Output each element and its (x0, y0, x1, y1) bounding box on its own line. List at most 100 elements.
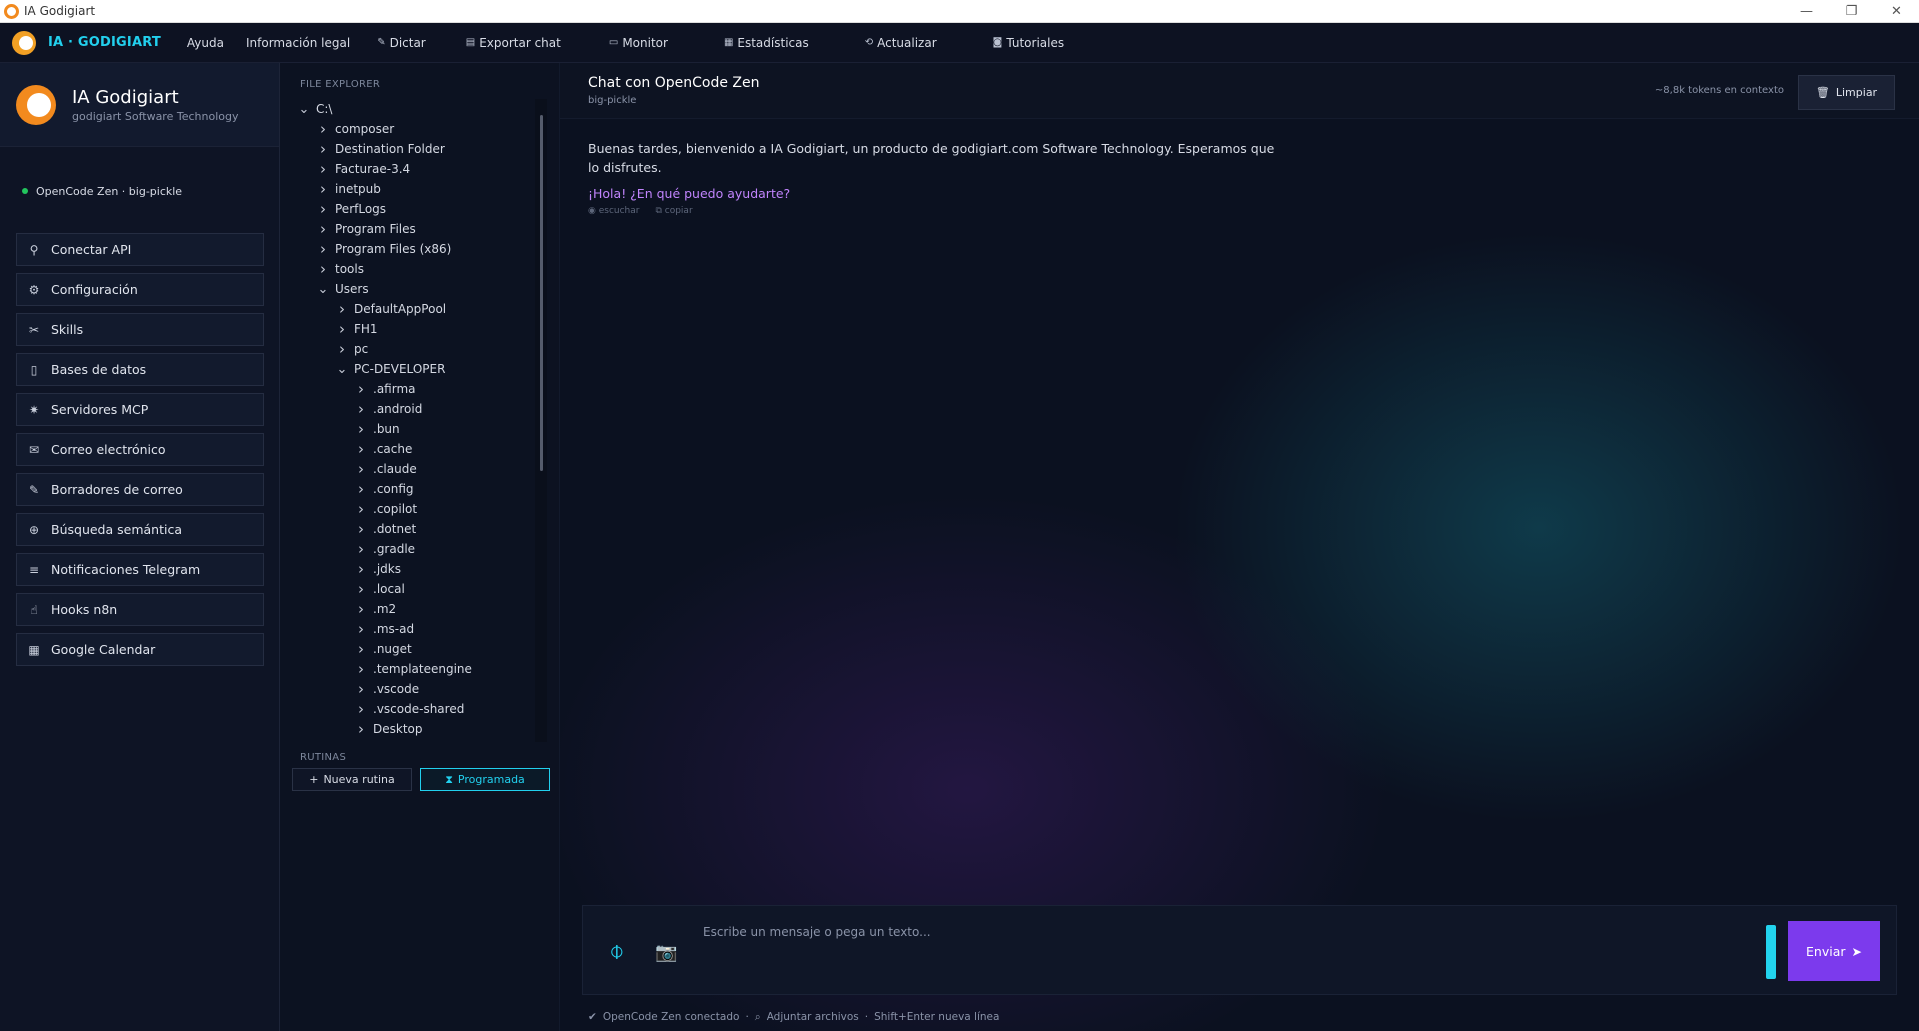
tree-item[interactable]: › Desktop (298, 719, 559, 739)
menu-dictar[interactable]: ✎ Dictar (377, 36, 426, 50)
chevron-right-icon[interactable]: › (336, 300, 348, 318)
file-tree[interactable]: ⌄ C:\ › composer › Destination Folder › Factura… (280, 99, 559, 742)
minimize-icon[interactable]: — (1784, 0, 1829, 22)
listen-button[interactable]: ◉ escuchar (588, 206, 639, 216)
chevron-right-icon[interactable]: › (317, 260, 329, 278)
chevron-right-icon[interactable]: › (317, 140, 329, 158)
attach-icon[interactable]: ⌽ (609, 936, 625, 967)
sidebar-item-borradores-de-correo[interactable]: ✎ Borradores de correo (16, 473, 264, 506)
chevron-down-icon[interactable]: ⌄ (317, 282, 329, 297)
scheduled-routine-button[interactable]: ⧗ Programada (420, 768, 550, 791)
tree-item[interactable]: › .gradle (298, 539, 559, 559)
tree-item[interactable]: ⌄ C:\ (298, 99, 559, 119)
tree-item[interactable]: › .nuget (298, 639, 559, 659)
chevron-right-icon[interactable]: › (355, 680, 367, 698)
chevron-right-icon[interactable]: › (336, 320, 348, 338)
sidebar-item-configuracion[interactable]: ⚙ Configuración (16, 273, 264, 306)
tree-item[interactable]: › .templateengine (298, 659, 559, 679)
tree-item[interactable]: › .vscode (298, 679, 559, 699)
chevron-right-icon[interactable]: › (355, 440, 367, 458)
tree-item[interactable]: › inetpub (298, 179, 559, 199)
chevron-right-icon[interactable]: › (355, 580, 367, 598)
camera-icon[interactable]: 📷 (655, 942, 677, 963)
chevron-right-icon[interactable]: › (317, 220, 329, 238)
copy-button[interactable]: ⧉ copiar (655, 206, 692, 216)
tree-item[interactable]: › .copilot (298, 499, 559, 519)
menu-ayuda[interactable]: Ayuda (187, 36, 224, 50)
chevron-right-icon[interactable]: › (355, 540, 367, 558)
menu-informacion-legal[interactable]: Información legal (246, 36, 350, 50)
chevron-right-icon[interactable]: › (355, 620, 367, 638)
chevron-right-icon[interactable]: › (355, 480, 367, 498)
new-routine-button[interactable]: + Nueva rutina (292, 768, 412, 791)
tree-item[interactable]: › .cache (298, 439, 559, 459)
tree-item[interactable]: › .jdks (298, 559, 559, 579)
sidebar-item-skills[interactable]: ✂ Skills (16, 313, 264, 346)
chevron-right-icon[interactable]: › (317, 180, 329, 198)
chevron-right-icon[interactable]: › (317, 120, 329, 138)
tree-item[interactable]: › .config (298, 479, 559, 499)
tree-item[interactable]: › tools (298, 259, 559, 279)
chevron-right-icon[interactable]: › (317, 240, 329, 258)
chevron-right-icon[interactable]: › (355, 500, 367, 518)
menu-tutoriales[interactable]: ◙ Tutoriales (993, 36, 1064, 50)
tree-item[interactable]: › .afirma (298, 379, 559, 399)
chevron-right-icon[interactable]: › (355, 460, 367, 478)
sidebar-item-correo-electronico[interactable]: ✉ Correo electrónico (16, 433, 264, 466)
tree-item[interactable]: › .android (298, 399, 559, 419)
menu-monitor[interactable]: ▭ Monitor (609, 36, 668, 50)
sidebar-item-busqueda-semantica[interactable]: ⊕ Búsqueda semántica (16, 513, 264, 546)
chevron-right-icon[interactable]: › (355, 720, 367, 738)
menu-estadisticas[interactable]: ▦ Estadísticas (724, 36, 809, 50)
message-input[interactable]: Escribe un mensaje o pega un texto... (703, 925, 931, 939)
menu-exportar-chat[interactable]: ▤ Exportar chat (466, 36, 561, 50)
chevron-right-icon[interactable]: › (317, 160, 329, 178)
chevron-down-icon[interactable]: ⌄ (336, 362, 348, 377)
chevron-right-icon[interactable]: › (355, 740, 367, 742)
tree-item[interactable]: › .claude (298, 459, 559, 479)
chevron-right-icon[interactable]: › (355, 400, 367, 418)
tree-item[interactable]: › .local (298, 579, 559, 599)
sidebar-item-notificaciones-telegram[interactable]: ≡ Notificaciones Telegram (16, 553, 264, 586)
tree-item[interactable]: › .dotnet (298, 519, 559, 539)
close-icon[interactable]: ✕ (1874, 0, 1919, 22)
tree-item[interactable]: › Destination Folder (298, 139, 559, 159)
clear-button[interactable]: 🗑 Limpiar (1798, 75, 1895, 110)
chevron-right-icon[interactable]: › (336, 340, 348, 358)
send-button[interactable]: Enviar ➤ (1788, 921, 1880, 981)
tree-item[interactable]: › .ms-ad (298, 619, 559, 639)
tree-item[interactable]: ›Documents (298, 739, 559, 742)
tree-item[interactable]: ⌄ Users (298, 279, 559, 299)
sidebar-item-bases-de-datos[interactable]: ▯ Bases de datos (16, 353, 264, 386)
tree-item[interactable]: ⌄ PC-DEVELOPER (298, 359, 559, 379)
maximize-icon[interactable]: ❐ (1829, 0, 1874, 22)
tree-item[interactable]: › Program Files (298, 219, 559, 239)
tree-item[interactable]: › .vscode-shared (298, 699, 559, 719)
tree-scrollbar-thumb[interactable] (540, 115, 543, 471)
tree-item[interactable]: › PerfLogs (298, 199, 559, 219)
chevron-right-icon[interactable]: › (355, 520, 367, 538)
tree-item[interactable]: › Facturae-3.4 (298, 159, 559, 179)
tree-item[interactable]: › FH1 (298, 319, 559, 339)
tree-item[interactable]: › Program Files (x86) (298, 239, 559, 259)
chevron-right-icon[interactable]: › (317, 200, 329, 218)
chevron-right-icon[interactable]: › (355, 380, 367, 398)
sidebar-item-conectar-api[interactable]: ⚲ Conectar API (16, 233, 264, 266)
sidebar-item-servidores-mcp[interactable]: ✷ Servidores MCP (16, 393, 264, 426)
chevron-right-icon[interactable]: › (355, 420, 367, 438)
chevron-right-icon[interactable]: › (355, 640, 367, 658)
sidebar-item-hooks-n8n[interactable]: ☝ Hooks n8n (16, 593, 264, 626)
chevron-right-icon[interactable]: › (355, 660, 367, 678)
tree-item[interactable]: › DefaultAppPool (298, 299, 559, 319)
tree-item[interactable]: › .bun (298, 419, 559, 439)
chevron-right-icon[interactable]: › (355, 700, 367, 718)
chevron-right-icon[interactable]: › (355, 560, 367, 578)
chevron-down-icon[interactable]: ⌄ (298, 102, 310, 117)
tree-item[interactable]: › .m2 (298, 599, 559, 619)
menu-actualizar[interactable]: ⟲ Actualizar (865, 36, 937, 50)
chevron-right-icon[interactable]: › (355, 600, 367, 618)
tree-item[interactable]: › composer (298, 119, 559, 139)
check-icon: ✔ (588, 1011, 597, 1023)
tree-item[interactable]: › pc (298, 339, 559, 359)
sidebar-item-google-calendar[interactable]: ▦ Google Calendar (16, 633, 264, 666)
